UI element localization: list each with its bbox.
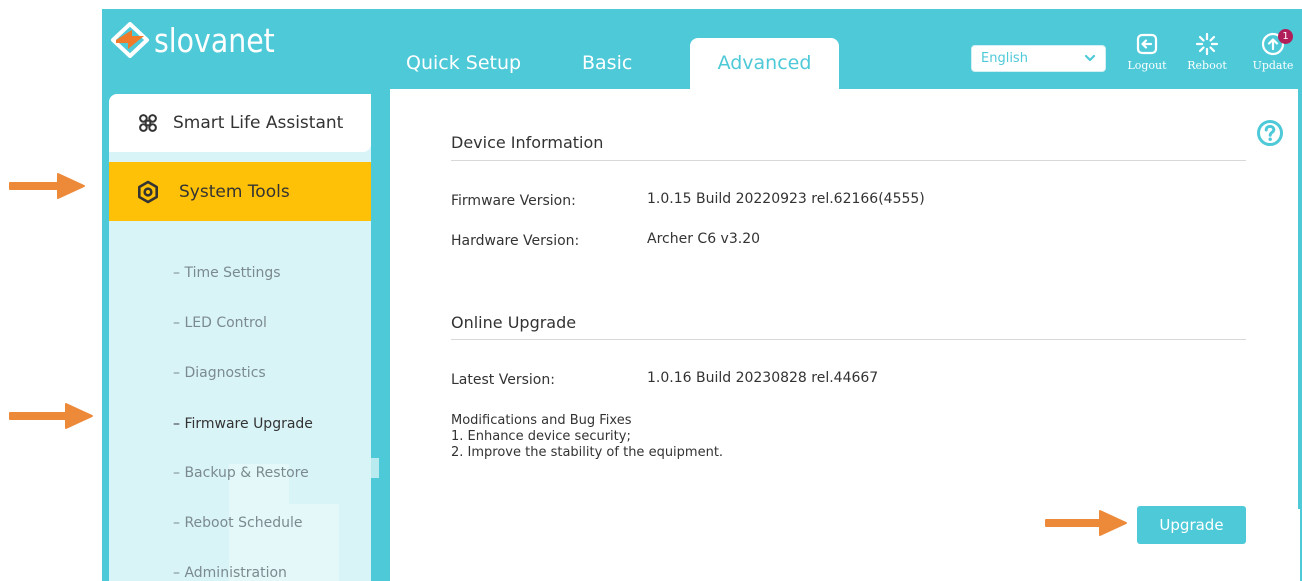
firmware-version-value: 1.0.15 Build 20220923 rel.62166(4555): [647, 191, 925, 207]
sidebar-resize-handle[interactable]: [371, 458, 379, 478]
annotation-arrow-firmware-upgrade: [9, 403, 93, 429]
router-admin-app: slovanet Quick Setup Basic Advanced Engl…: [102, 9, 1302, 581]
sidebar-subitem-administration[interactable]: – Administration: [173, 565, 287, 581]
reboot-icon: [1195, 32, 1219, 56]
sidebar-subitem-led-control[interactable]: – LED Control: [173, 315, 267, 331]
hardware-version-value: Archer C6 v3.20: [647, 231, 761, 247]
logout-icon: [1136, 33, 1158, 55]
release-notes-line: 2. Improve the stability of the equipmen…: [451, 445, 724, 460]
update-button[interactable]: 1 Update: [1250, 29, 1296, 84]
release-notes-line: 1. Enhance device security;: [451, 429, 631, 444]
command-icon: [139, 114, 157, 132]
firmware-version-label: Firmware Version:: [451, 193, 576, 209]
section-divider: [451, 160, 1246, 161]
sidebar-item-label: Smart Life Assistant: [173, 113, 344, 133]
gear-icon: [138, 180, 158, 203]
sidebar-subitem-firmware-upgrade[interactable]: – Firmware Upgrade: [173, 416, 313, 432]
update-count-badge: 1: [1278, 29, 1293, 44]
sidebar-subitem-reboot-schedule[interactable]: – Reboot Schedule: [173, 515, 302, 531]
language-select[interactable]: English: [971, 45, 1106, 72]
reboot-button[interactable]: Reboot: [1184, 32, 1230, 84]
sidebar: Smart Life Assistant System Tools – Time…: [109, 94, 371, 581]
annotation-arrow-upgrade: [1045, 510, 1127, 536]
logout-button[interactable]: Logout: [1124, 32, 1170, 84]
tab-advanced[interactable]: Advanced: [690, 38, 839, 89]
latest-version-label: Latest Version:: [451, 372, 555, 388]
help-icon[interactable]: [1256, 119, 1284, 147]
brand-logo[interactable]: slovanet: [110, 19, 294, 61]
reboot-label: Reboot: [1187, 59, 1227, 72]
online-upgrade-title: Online Upgrade: [451, 313, 577, 332]
sidebar-item-smart-life-assistant[interactable]: Smart Life Assistant: [109, 94, 371, 152]
tab-basic[interactable]: Basic: [582, 38, 652, 89]
section-divider: [451, 339, 1246, 340]
sidebar-subitem-backup-restore[interactable]: – Backup & Restore: [173, 465, 309, 481]
sidebar-subitem-diagnostics[interactable]: – Diagnostics: [173, 365, 266, 381]
tab-quick-setup[interactable]: Quick Setup: [406, 38, 526, 89]
release-notes: Modifications and Bug Fixes 1. Enhance d…: [451, 413, 723, 461]
header: slovanet Quick Setup Basic Advanced Engl…: [102, 9, 1302, 89]
main-content: Device Information Firmware Version: 1.0…: [390, 89, 1300, 581]
annotation-arrow-system-tools: [9, 173, 85, 199]
content-scrollbar[interactable]: [1298, 89, 1302, 509]
device-information-title: Device Information: [451, 133, 604, 152]
chevron-down-icon: [1084, 54, 1096, 62]
hardware-version-label: Hardware Version:: [451, 233, 580, 249]
sidebar-item-label: System Tools: [179, 181, 290, 202]
brand-name: slovanet: [154, 20, 275, 60]
language-selected: English: [981, 51, 1028, 66]
release-notes-line: Modifications and Bug Fixes: [451, 413, 632, 428]
latest-version-value: 1.0.16 Build 20230828 rel.44667: [647, 370, 879, 386]
slovanet-logo-icon: [111, 22, 149, 58]
update-label: Update: [1252, 59, 1294, 72]
upgrade-button[interactable]: Upgrade: [1137, 506, 1246, 544]
logout-label: Logout: [1127, 59, 1167, 72]
sidebar-item-system-tools[interactable]: System Tools: [109, 162, 371, 221]
sidebar-subitem-time-settings[interactable]: – Time Settings: [173, 265, 281, 281]
